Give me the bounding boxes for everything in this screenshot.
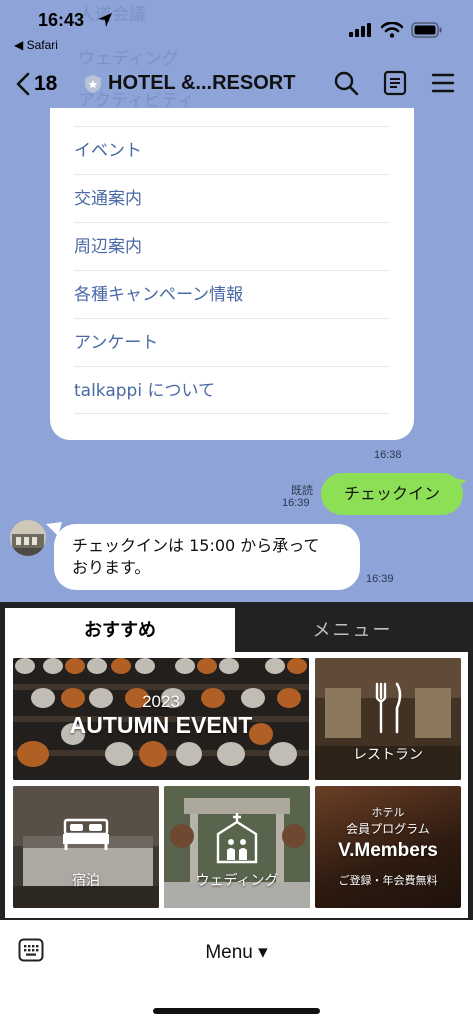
read-receipt: 既読 [291, 485, 313, 497]
signal-icon [349, 23, 371, 37]
battery-icon [411, 22, 442, 38]
location-arrow-icon [98, 13, 112, 27]
menu-card: イベント 交通案内 周辺案内 各種キャンペーン情報 アンケート talkappi… [50, 108, 414, 440]
back-button[interactable]: 18 [16, 72, 57, 96]
notes-icon[interactable] [383, 70, 407, 96]
verified-shield-icon [85, 74, 101, 93]
search-icon[interactable] [333, 70, 359, 96]
chat-background: 人道会議 ウェディング アクティビティ 16:43 ◀ Safari 18 HO… [0, 0, 473, 602]
menu-item-nearby[interactable]: 周辺案内 [74, 222, 389, 270]
hotel-avatar-image [10, 520, 46, 556]
bottom-bar: Menu ▾ [0, 920, 473, 1024]
autumn-event-year: 2023 [142, 692, 180, 711]
home-indicator [153, 1008, 320, 1014]
members-subtitle: ご登録・年会費無料 [338, 874, 438, 887]
chevron-left-icon [16, 72, 30, 96]
message-time: 16:38 [374, 449, 402, 461]
chapel-icon [216, 813, 258, 864]
stay-tile[interactable]: 宿泊 [13, 786, 159, 908]
autumn-event-title: AUTUMN EVENT [69, 712, 253, 738]
members-title: V.Members [338, 840, 438, 861]
fork-knife-icon [375, 682, 402, 734]
sent-message[interactable]: チェックイン [321, 473, 463, 515]
members-line2: 会員プログラム [346, 822, 430, 836]
chat-title-text: HOTEL &...RESORT [108, 72, 296, 94]
restaurant-label: レストラン [353, 747, 423, 763]
back-to-safari-link[interactable]: ◀ Safari [14, 38, 58, 52]
tab-menu[interactable]: メニュー [236, 608, 469, 653]
rich-menu-tiles: 2023 AUTUMN EVENT レストラン 宿泊 ウェディング ホテル 会員… [5, 652, 468, 918]
hamburger-menu-icon[interactable] [431, 72, 455, 94]
received-message-line: チェックインは 15:00 から承って [72, 536, 320, 555]
restaurant-tile[interactable]: レストラン [315, 658, 461, 780]
avatar[interactable] [10, 520, 46, 556]
rich-menu: おすすめ メニュー 2023 AUTUMN EVENT レストラン 宿泊 ウェデ… [0, 602, 473, 920]
menu-toggle-button[interactable]: Menu ▾ [0, 941, 473, 964]
wedding-tile[interactable]: ウェディング [164, 786, 310, 908]
unread-count: 18 [34, 72, 58, 95]
menu-item-event[interactable]: イベント [74, 126, 389, 174]
members-tile[interactable]: ホテル 会員プログラム V.Members ご登録・年会費無料 [315, 786, 461, 908]
menu-item-survey[interactable]: アンケート [74, 318, 389, 366]
wedding-label: ウェディング [195, 873, 279, 889]
status-bar: 16:43 ◀ Safari [0, 0, 473, 56]
menu-item-campaign[interactable]: 各種キャンペーン情報 [74, 270, 389, 318]
chat-header: 18 HOTEL &...RESORT [0, 60, 473, 110]
stay-label: 宿泊 [72, 873, 100, 889]
members-line1: ホテル [371, 806, 405, 819]
menu-item-access[interactable]: 交通案内 [74, 174, 389, 222]
message-time: 16:39 [366, 573, 394, 585]
menu-item-about-talkappi[interactable]: talkappi について [74, 366, 389, 414]
status-time: 16:43 [38, 10, 85, 30]
message-time: 16:39 [282, 497, 310, 509]
chat-title[interactable]: HOTEL &...RESORT [84, 72, 295, 95]
wifi-icon [381, 22, 403, 38]
bed-icon [63, 818, 109, 850]
received-message[interactable]: チェックインは 15:00 から承って おります。 [54, 524, 360, 590]
tab-recommended[interactable]: おすすめ [5, 608, 235, 653]
header-actions [333, 70, 455, 96]
status-icons [349, 22, 443, 38]
received-message-line: おります。 [72, 558, 151, 577]
autumn-event-tile[interactable]: 2023 AUTUMN EVENT [13, 658, 309, 780]
